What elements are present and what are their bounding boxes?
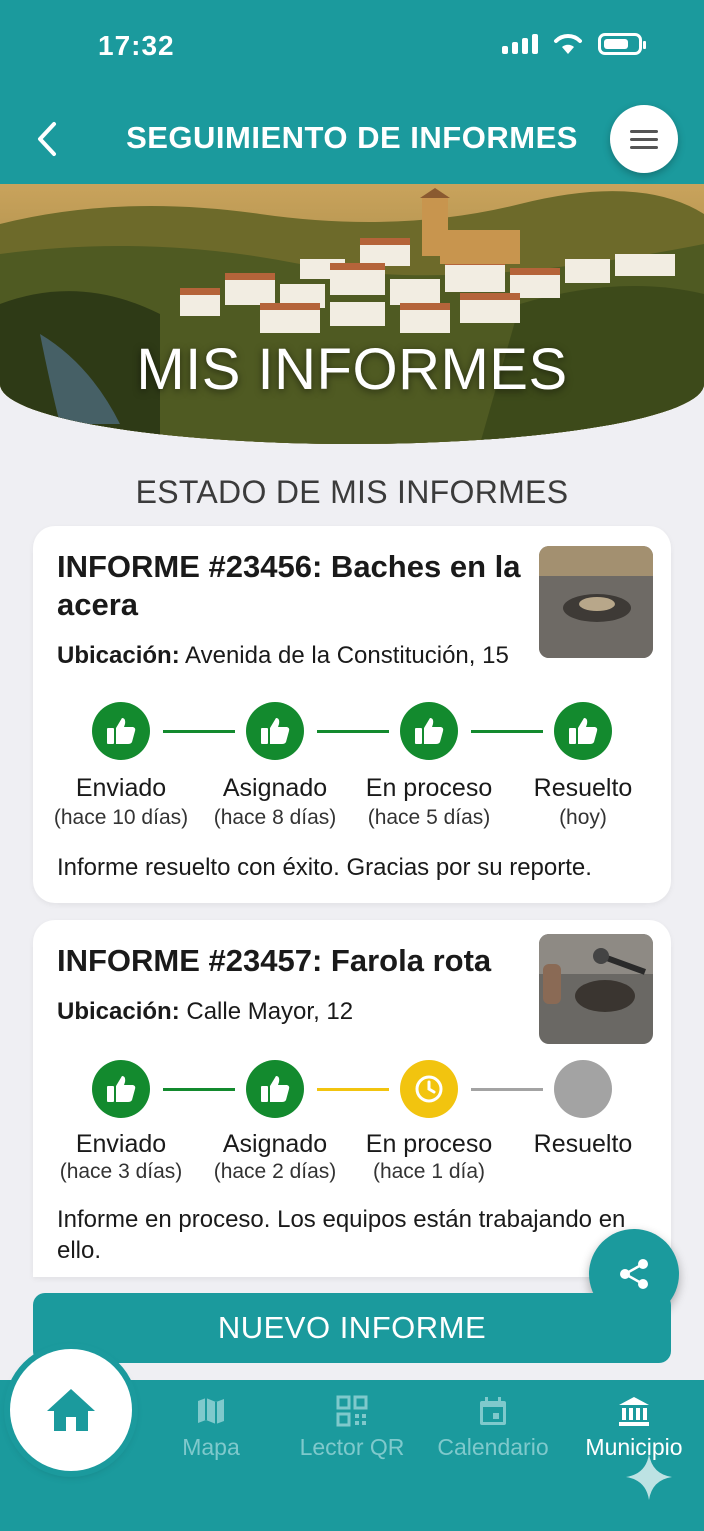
map-icon <box>198 1398 224 1424</box>
thumbs-up-icon <box>415 718 444 744</box>
step-connector <box>317 1088 389 1091</box>
thumbs-up-icon <box>569 718 598 744</box>
step-assigned-icon <box>246 1060 304 1118</box>
top-bar: 17:32 SEGUIMIENTO DE INFORMES <box>0 0 704 186</box>
step-label: Asignado <box>222 774 328 802</box>
calendar-icon <box>480 1397 506 1425</box>
step-connector <box>163 730 235 733</box>
nav-item-mapa[interactable]: Mapa <box>141 1392 281 1461</box>
new-report-button[interactable]: NUEVO INFORME <box>33 1293 671 1363</box>
step-label: Resuelto <box>533 774 633 802</box>
step-label: Asignado <box>222 1130 328 1158</box>
location-label: Ubicación: <box>57 642 180 669</box>
location-value: Avenida de la Constitución, 15 <box>185 642 509 669</box>
thumbs-up-icon <box>261 718 290 744</box>
step-connector <box>317 730 389 733</box>
menu-button[interactable] <box>610 105 678 173</box>
municipality-icon <box>619 1397 649 1426</box>
step-date: (hoy) <box>559 806 607 829</box>
report-card[interactable]: INFORME #23457: Farola rota Ubicación: C… <box>33 920 671 1277</box>
step-resolved-pending-icon <box>554 1060 612 1118</box>
step-date: (hace 3 días) <box>59 1160 183 1183</box>
hero-title: MIS INFORMES <box>136 337 568 402</box>
step-date: (hace 5 días) <box>367 806 491 829</box>
report-status-message: Informe resuelto con éxito. Gracias por … <box>57 854 592 881</box>
pothole-image <box>539 546 653 658</box>
progress-tracker: Enviado Asignado En proceso Resuelto (ha… <box>33 1060 671 1183</box>
step-label: Resuelto <box>533 1130 633 1158</box>
hero-banner: MIS INFORMES <box>0 184 704 444</box>
location-value: Calle Mayor, 12 <box>186 998 354 1025</box>
qr-icon <box>336 1395 368 1427</box>
page-title: SEGUIMIENTO DE INFORMES <box>126 120 578 155</box>
nav-label: Lector QR <box>299 1434 405 1460</box>
step-date: (hace 10 días) <box>53 806 189 829</box>
step-in-progress-icon <box>400 702 458 760</box>
share-icon <box>620 1259 648 1289</box>
report-location: Ubicación: Calle Mayor, 12 <box>57 998 353 1026</box>
step-label: Enviado <box>75 1130 167 1158</box>
signal-icon <box>502 34 538 54</box>
report-location: Ubicación: Avenida de la Constitución, 1… <box>57 642 509 670</box>
wifi-icon <box>554 34 582 54</box>
thumbs-up-icon <box>107 1076 136 1102</box>
thumbs-up-icon <box>261 1076 290 1102</box>
step-connector <box>471 730 543 733</box>
status-time: 17:32 <box>98 30 175 61</box>
report-status-message: Informe en proceso. Los equipos están tr… <box>57 1206 626 1264</box>
step-label: En proceso <box>365 1130 493 1158</box>
clock-icon <box>415 1075 443 1103</box>
menu-icon <box>630 129 658 133</box>
step-assigned-icon <box>246 702 304 760</box>
sparkle-icon <box>626 1454 672 1500</box>
nav-label: Mapa <box>182 1434 240 1460</box>
progress-tracker: Enviado Asignado En proceso Resuelto (ha… <box>33 702 671 829</box>
step-sent-icon <box>92 702 150 760</box>
location-label: Ubicación: <box>57 998 180 1025</box>
step-in-progress-icon <box>400 1060 458 1118</box>
home-button[interactable] <box>10 1349 132 1471</box>
nav-item-lector-qr[interactable]: Lector QR <box>282 1392 422 1461</box>
report-title: INFORME #23456: Baches en la acera <box>57 549 521 622</box>
nav-item-calendario[interactable]: Calendario <box>423 1392 563 1461</box>
report-photo[interactable] <box>539 546 653 658</box>
step-label: En proceso <box>365 774 493 802</box>
report-photo[interactable] <box>539 934 653 1044</box>
section-title: ESTADO DE MIS INFORMES <box>135 474 569 510</box>
broken-streetlight-image <box>539 934 653 1044</box>
report-title: INFORME #23457: Farola rota <box>57 943 492 978</box>
step-date: (hace 2 días) <box>213 1160 337 1183</box>
report-card[interactable]: INFORME #23456: Baches en la acera Ubica… <box>33 526 671 903</box>
battery-icon <box>598 33 646 55</box>
step-sent-icon <box>92 1060 150 1118</box>
step-date: (hace 1 día) <box>372 1160 486 1183</box>
thumbs-up-icon <box>107 718 136 744</box>
nav-item-municipio[interactable]: Municipio <box>564 1392 704 1461</box>
village-landscape-image <box>0 184 704 444</box>
step-resolved-icon <box>554 702 612 760</box>
step-label: Enviado <box>75 774 167 802</box>
step-connector <box>471 1088 543 1091</box>
status-icons <box>502 32 646 56</box>
step-date: (hace 8 días) <box>213 806 337 829</box>
step-connector <box>163 1088 235 1091</box>
nav-label: Calendario <box>437 1434 549 1460</box>
home-icon <box>47 1389 95 1431</box>
